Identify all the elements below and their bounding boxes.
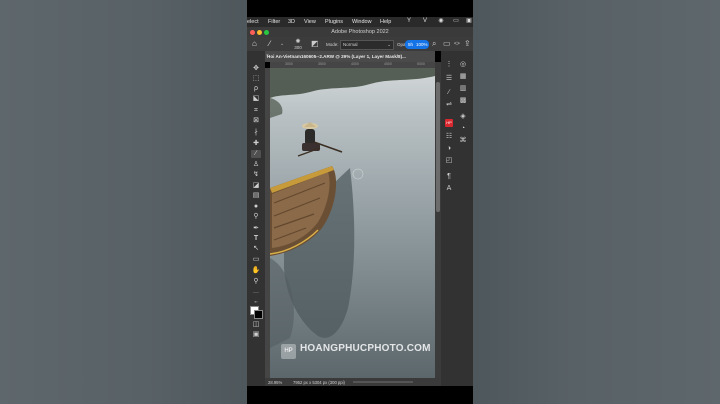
- paths-panel-icon[interactable]: ⌘: [459, 137, 467, 145]
- move-tool-icon[interactable]: ✥: [251, 65, 261, 73]
- window-title: Adobe Photoshop 2022: [331, 29, 389, 35]
- ruler-tick: 5000: [417, 62, 425, 66]
- crop-tool-icon[interactable]: ⌗: [251, 107, 261, 115]
- zoom-level[interactable]: 28.95%: [268, 380, 282, 385]
- left-blur-background: [0, 0, 247, 404]
- navigator-panel-icon[interactable]: ◰: [445, 157, 453, 165]
- ruler-tick: 3500: [318, 62, 326, 66]
- blur-tool-icon[interactable]: ●: [251, 203, 261, 211]
- gradient-tool-icon[interactable]: ▤: [251, 192, 261, 200]
- document-tab-bar: Hoi An-Vietnam160605--2.ARW @ 29% (Layer…: [265, 51, 435, 62]
- photoshop-screen: elect Filter 3D View Plugins Window Help…: [247, 0, 473, 404]
- expand-icon[interactable]: <>: [454, 41, 460, 47]
- eye-icon[interactable]: ◉: [437, 18, 445, 25]
- channels-panel-icon[interactable]: ◔: [459, 125, 467, 133]
- eyedropper-tool-icon[interactable]: ∤: [251, 129, 261, 137]
- yi-icon[interactable]: Y: [405, 18, 413, 25]
- brush-preset-icon[interactable]: ✺: [291, 38, 305, 45]
- display-icon[interactable]: ▣: [465, 18, 473, 25]
- watermark-text: HOANGPHUCPHOTO.COM: [300, 343, 431, 354]
- ruler-tick: 4000: [351, 62, 359, 66]
- screen-mode-icon[interactable]: ▣: [251, 331, 261, 339]
- quick-mask-icon[interactable]: ◫: [251, 321, 261, 329]
- gradients-panel-icon[interactable]: ▥: [459, 85, 467, 93]
- background-color-swatch[interactable]: [254, 310, 263, 319]
- hand-tool-icon[interactable]: ✋: [251, 267, 261, 275]
- object-select-tool-icon[interactable]: ⬕: [251, 95, 261, 103]
- boat-photo: [270, 68, 435, 378]
- tools-panel: ✥ ⬚ ρ ⬕ ⌗ ⊠ ∤ ✚ ∕ ♙ ↯ ◪ ▤ ● ⚲ ✒ T ↖ ▭ ✋ …: [247, 51, 265, 386]
- lasso-tool-icon[interactable]: ρ: [251, 85, 261, 93]
- v-icon[interactable]: V: [421, 18, 429, 25]
- document-tab[interactable]: Hoi An-Vietnam160605--2.ARW @ 29% (Layer…: [267, 54, 406, 59]
- menu-filter[interactable]: Filter: [268, 19, 280, 25]
- menu-select[interactable]: elect: [247, 19, 259, 25]
- healing-brush-tool-icon[interactable]: ✚: [251, 140, 261, 148]
- workspace-icon[interactable]: ▭: [443, 39, 451, 48]
- type-tool-icon[interactable]: T: [251, 235, 261, 243]
- path-selection-tool-icon[interactable]: ↖: [251, 245, 261, 253]
- battery-icon[interactable]: ▭: [452, 18, 460, 25]
- document-dimensions: 7952 px x 5304 px (300 ppi): [293, 380, 345, 385]
- right-blur-background: [473, 0, 720, 404]
- rectangle-tool-icon[interactable]: ▭: [251, 256, 261, 264]
- opacity-value: 100%: [416, 42, 428, 47]
- watermark-logo: HP: [281, 344, 296, 359]
- zoom-tool-icon[interactable]: ⚲: [251, 278, 261, 286]
- info-panel-icon[interactable]: ◑: [445, 145, 453, 153]
- layers-panel-icon[interactable]: ◈: [459, 113, 467, 121]
- menu-help[interactable]: Help: [380, 19, 391, 25]
- brush-tool-icon[interactable]: ∕: [251, 150, 261, 158]
- menu-3d[interactable]: 3D: [288, 19, 295, 25]
- window-title-bar: Adobe Photoshop 2022: [247, 27, 473, 37]
- adjustments-panel-icon[interactable]: ∕: [445, 89, 453, 97]
- mode-value: Normal: [343, 42, 358, 47]
- plugin-panel-icon[interactable]: HP: [445, 119, 453, 127]
- menu-plugins[interactable]: Plugins: [325, 19, 343, 25]
- marquee-tool-icon[interactable]: ⬚: [251, 75, 261, 83]
- properties-panel-icon[interactable]: ☰: [445, 75, 453, 83]
- horizontal-scrollbar[interactable]: [353, 381, 413, 383]
- patterns-panel-icon[interactable]: ▩: [459, 97, 467, 105]
- mode-label: Mode:: [326, 42, 339, 47]
- menu-window[interactable]: Window: [352, 19, 372, 25]
- history-panel-icon[interactable]: ⋮: [445, 61, 453, 69]
- history-brush-tool-icon[interactable]: ↯: [251, 171, 261, 179]
- opacity-field[interactable]: 5h 100%: [405, 40, 429, 49]
- chevron-right-icon[interactable]: ›: [340, 380, 341, 385]
- ruler-tick: 4500: [384, 62, 392, 66]
- scrollbar-thumb[interactable]: [436, 82, 440, 212]
- chevron-down-icon: ⌄: [387, 42, 391, 47]
- brush-settings-panel-icon[interactable]: ⇌: [445, 101, 453, 109]
- brush-size-value: 300: [294, 45, 302, 50]
- brush-tool-icon[interactable]: ∕: [269, 39, 270, 48]
- character-panel-icon[interactable]: A: [445, 185, 453, 193]
- swatches-panel-icon[interactable]: ▦: [459, 73, 467, 81]
- close-tab-icon[interactable]: ×: [266, 53, 269, 59]
- overlay-badge: 5h: [408, 42, 414, 47]
- chevron-down-icon[interactable]: ⌄: [280, 41, 284, 47]
- color-panel-icon[interactable]: ◎: [459, 61, 467, 69]
- ruler-tick: 3000: [285, 62, 293, 66]
- default-colors-icon[interactable]: ▪▫: [251, 298, 261, 306]
- share-icon[interactable]: ⇪: [464, 39, 471, 48]
- more-tools-icon[interactable]: ···: [251, 289, 261, 297]
- frame-tool-icon[interactable]: ⊠: [251, 117, 261, 125]
- document-canvas[interactable]: [270, 68, 435, 378]
- libraries-panel-icon[interactable]: ☷: [445, 133, 453, 141]
- options-bar: ⌂ ∕ ⌄ ✺ 300 ◩ Mode: Normal ⌄ Opac 5h 100…: [247, 37, 473, 51]
- search-icon[interactable]: ⌕: [432, 39, 436, 49]
- pen-tool-icon[interactable]: ✒: [251, 225, 261, 233]
- status-bar: 28.95% 7952 px x 5304 px (300 ppi) ›: [265, 378, 441, 386]
- home-icon[interactable]: ⌂: [252, 39, 257, 48]
- menu-bar: elect Filter 3D View Plugins Window Help…: [247, 17, 473, 27]
- paragraph-panel-icon[interactable]: ¶: [445, 173, 453, 181]
- menu-view[interactable]: View: [304, 19, 316, 25]
- mode-select[interactable]: Normal ⌄: [340, 40, 394, 50]
- panel-dock: ⋮ ◎ ☰ ▦ ∕ ▥ ⇌ ▩ ◈ HP ◔ ☷ ⌘ ◑ ◰ ¶ A: [441, 51, 473, 386]
- dodge-tool-icon[interactable]: ⚲: [251, 213, 261, 221]
- brush-settings-icon[interactable]: ◩: [311, 39, 319, 48]
- eraser-tool-icon[interactable]: ◪: [251, 182, 261, 190]
- clone-stamp-tool-icon[interactable]: ♙: [251, 161, 261, 169]
